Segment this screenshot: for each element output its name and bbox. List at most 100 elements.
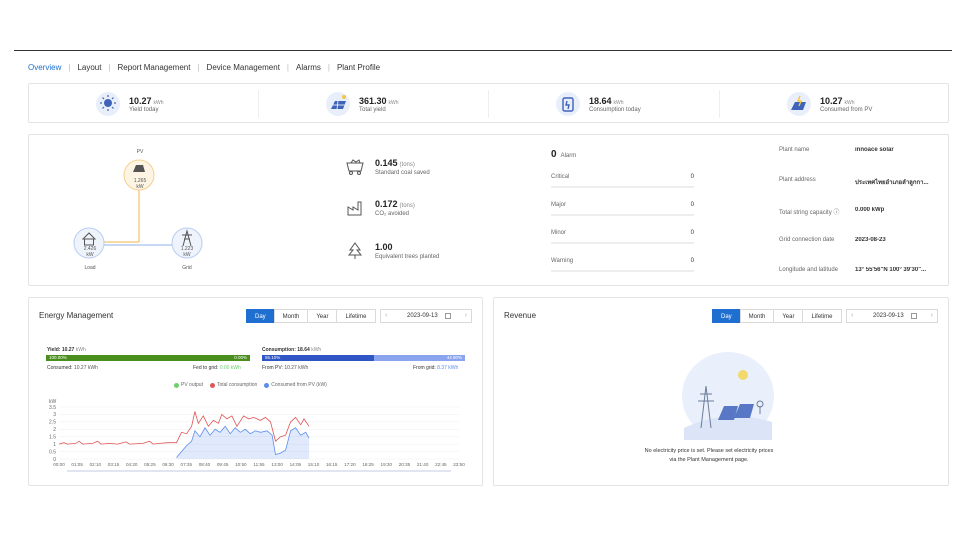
- factory-icon: [347, 201, 362, 216]
- alarm-row-critical[interactable]: Critical 0: [551, 174, 694, 188]
- x-tick-label: 16:15: [326, 462, 338, 467]
- nav-device-management[interactable]: Device Management: [207, 63, 280, 72]
- period-month-button[interactable]: Month: [273, 309, 309, 323]
- alarm-row-major[interactable]: Major 0: [551, 202, 694, 216]
- grid-label: Grid: [182, 265, 192, 271]
- kpi-total-yield: 361.30 kWh Total yield: [325, 88, 399, 120]
- period-lifetime-button[interactable]: Lifetime: [802, 309, 842, 323]
- y-tick-label: 1.5: [49, 435, 56, 441]
- date-picker[interactable]: ‹ 2023-09-13 ›: [380, 309, 472, 323]
- nav-layout[interactable]: Layout: [77, 63, 101, 72]
- alarm-level-count: 0: [690, 174, 694, 180]
- x-tick-label: 20:35: [399, 462, 411, 467]
- x-tick-label: 02:10: [90, 462, 102, 467]
- alarm-level-label: Minor: [551, 230, 567, 236]
- chevron-right-icon[interactable]: ›: [465, 312, 467, 319]
- period-lifetime-button[interactable]: Lifetime: [336, 309, 376, 323]
- x-tick-label: 00:00: [53, 462, 65, 467]
- x-tick-label: 01:05: [71, 462, 83, 467]
- fed-to-grid-summary: Fed to grid: 0.00 kWh: [193, 365, 241, 371]
- nav-alarms[interactable]: Alarms: [296, 63, 321, 72]
- nav-separator: |: [197, 62, 200, 72]
- kpi-divider: [488, 90, 489, 118]
- kpi-label: Consumed from PV: [820, 106, 873, 113]
- env-coal-saved: 0.145 (tons) Standard coal saved: [345, 157, 430, 177]
- revenue-panel: Revenue Day Month Year Lifetime ‹ 2023-0…: [493, 297, 949, 486]
- nav-separator: |: [327, 62, 330, 72]
- yield-pct-right: 0.00%: [234, 355, 247, 360]
- x-tick-label: 19:30: [381, 462, 393, 467]
- plug-icon: [556, 92, 580, 116]
- info-circle-icon[interactable]: ⓘ: [833, 210, 839, 216]
- info-value: 2023-08-23: [855, 237, 886, 243]
- alarm-level-bar: [551, 186, 694, 188]
- load-unit: kW: [86, 252, 94, 258]
- kpi-divider: [719, 90, 720, 118]
- top-nav: Overview | Layout | Report Management | …: [28, 61, 380, 73]
- legend-item[interactable]: PV output: [174, 382, 203, 388]
- legend-item[interactable]: Consumed from PV (kW): [264, 382, 327, 388]
- nav-report-management[interactable]: Report Management: [118, 63, 191, 72]
- legend-item[interactable]: Total consumption: [209, 382, 257, 388]
- info-key: Total string capacity ⓘ: [779, 210, 840, 216]
- env-value: 0.145 (tons): [375, 158, 415, 168]
- period-day-button[interactable]: Day: [246, 309, 275, 323]
- alarm-level-bar: [551, 242, 694, 244]
- nav-separator: |: [286, 62, 289, 72]
- y-tick-label: 2.5: [49, 420, 56, 426]
- alarm-level-label: Major: [551, 202, 567, 208]
- grid-unit: kW: [183, 252, 191, 258]
- pv-unit: kW: [136, 184, 144, 190]
- chart-legend: PV output Total consumption Consumed fro…: [174, 382, 334, 388]
- cons-pct-right: 44.90%: [446, 355, 462, 360]
- x-tick-label: 22:45: [435, 462, 447, 467]
- chevron-left-icon[interactable]: ‹: [385, 312, 387, 319]
- kpi-yield-today: 10.27 kWh Yield today: [95, 88, 164, 120]
- calendar-icon[interactable]: [445, 313, 451, 319]
- period-day-button[interactable]: Day: [712, 309, 741, 323]
- cons-pct-left: 55.10%: [265, 355, 281, 360]
- info-key: Longitude and latitude: [779, 267, 839, 273]
- alarm-label: Alarm: [560, 153, 577, 159]
- kpi-consumed-from-pv: 10.27 kWh Consumed from PV: [786, 88, 872, 120]
- alarm-row-minor[interactable]: Minor 0: [551, 230, 694, 244]
- from-grid-summary: From grid: 8.37 kWh: [413, 365, 459, 371]
- info-key: Plant name: [779, 147, 810, 153]
- chevron-left-icon[interactable]: ‹: [851, 312, 853, 319]
- energy-line-chart[interactable]: kW00.511.522.533.500:00 01:05 02:10 03:15 04…: [29, 394, 484, 484]
- y-tick-label: 3.5: [49, 405, 56, 411]
- env-co2-avoided: 0.172 (tons) CO₂ avoided: [345, 198, 415, 218]
- date-picker[interactable]: ‹ 2023-09-13 ›: [846, 309, 938, 323]
- x-tick-label: 23:50: [453, 462, 465, 467]
- period-year-button[interactable]: Year: [307, 309, 338, 323]
- alarm-summary[interactable]: 0 Alarm: [551, 149, 576, 160]
- chevron-right-icon[interactable]: ›: [931, 312, 933, 319]
- no-price-message: No electricity price is set. Please set …: [644, 448, 774, 463]
- alarm-count: 0: [551, 149, 557, 160]
- nav-plant-profile[interactable]: Plant Profile: [337, 63, 380, 72]
- date-value: 2023-09-13: [873, 313, 904, 319]
- x-tick-label: 05:25: [144, 462, 156, 467]
- plant-overview-panel: PV 1.265 kW 2.426 kW Load 1.223 kW Grid …: [28, 134, 949, 286]
- x-tick-label: 04:20: [126, 462, 138, 467]
- kpi-panel: 10.27 kWh Yield today 361.30 kWh Total yie…: [28, 83, 949, 123]
- period-year-button[interactable]: Year: [773, 309, 804, 323]
- calendar-icon[interactable]: [911, 313, 917, 319]
- y-tick-label: 3: [53, 412, 56, 418]
- kpi-label: Yield today: [129, 106, 159, 113]
- x-tick-label: 03:15: [108, 462, 120, 467]
- nav-separator: |: [68, 62, 71, 72]
- info-value: innoace solar: [855, 147, 894, 153]
- coal-cart-icon: [346, 159, 364, 175]
- alarm-level-count: 0: [690, 230, 694, 236]
- yield-pct-left: 100.00%: [49, 355, 67, 360]
- kpi-consumption-today: 18.64 kWh Consumption today: [555, 88, 641, 120]
- y-tick-label: 2: [53, 427, 56, 433]
- period-month-button[interactable]: Month: [739, 309, 775, 323]
- nav-overview[interactable]: Overview: [28, 63, 61, 72]
- date-value: 2023-09-13: [407, 313, 438, 319]
- alarm-level-label: Warning: [551, 258, 574, 264]
- header-divider: [14, 50, 952, 51]
- alarm-level-bar: [551, 214, 694, 216]
- alarm-row-warning[interactable]: Warning 0: [551, 258, 694, 272]
